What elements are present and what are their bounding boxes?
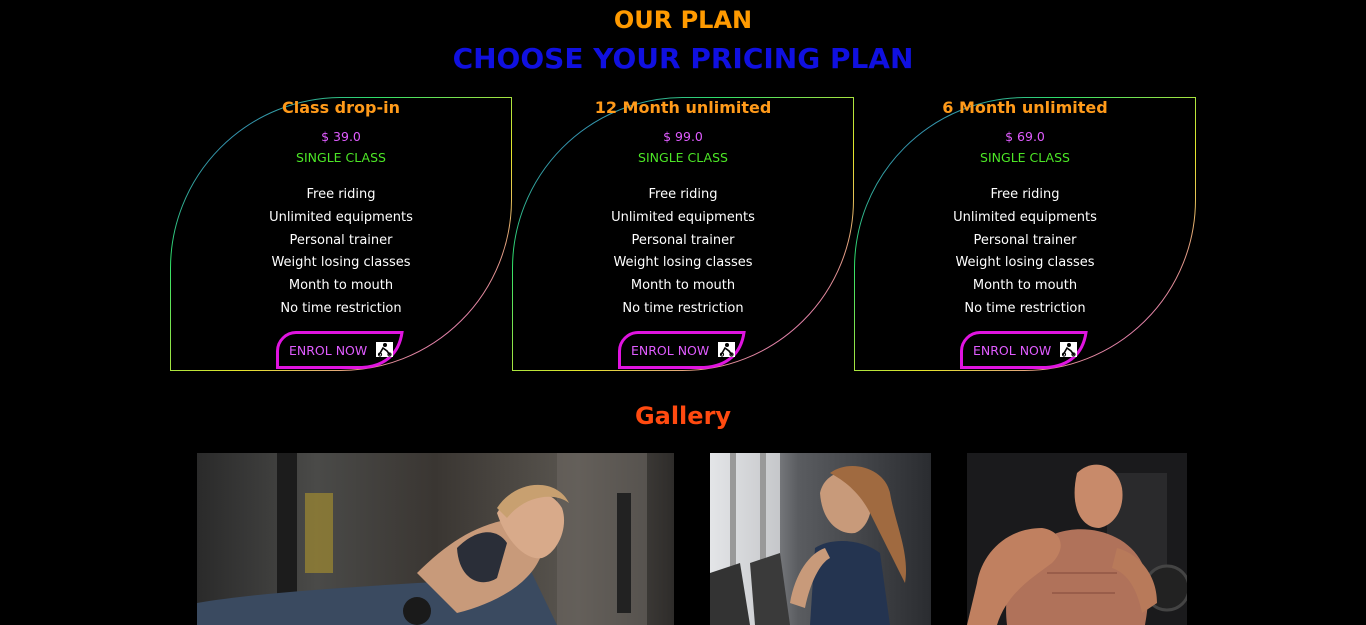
card-content: 6 Month unlimited $ 69.0 SINGLE CLASS Fr… [854,97,1196,371]
plan-name: 12 Month unlimited [594,98,772,117]
card-content: Class drop-in $ 39.0 SINGLE CLASS Free r… [170,97,512,371]
pushup-photo [197,453,674,625]
gallery-image-treadmill[interactable] [710,453,931,625]
feature-list: Free riding Unlimited equipments Persona… [854,184,1196,321]
card-content: 12 Month unlimited $ 99.0 SINGLE CLASS F… [512,97,854,371]
feature-item: Unlimited equipments [611,209,755,225]
feature-item: Unlimited equipments [953,209,1097,225]
rider-icon [718,342,735,357]
feature-item: Free riding [648,187,718,202]
pricing-page: OUR PLAN CHOOSE YOUR PRICING PLAN Class … [0,0,1366,625]
feature-list: Free riding Unlimited equipments Persona… [170,184,512,321]
feature-item: Free riding [990,187,1060,202]
plan-type: SINGLE CLASS [980,150,1070,165]
feature-list: Free riding Unlimited equipments Persona… [512,184,854,321]
enrol-label: ENROL NOW [289,343,368,358]
enrol-now-button[interactable]: ENROL NOW [960,331,1088,369]
rider-icon [376,342,393,357]
section-eyebrow: OUR PLAN [613,6,753,34]
section-headline: CHOOSE YOUR PRICING PLAN [452,42,914,75]
feature-item: Month to mouth [288,278,394,294]
gallery-image-bodybuilder[interactable] [967,453,1187,625]
rider-icon [1060,342,1077,357]
enrol-now-button[interactable]: ENROL NOW [618,331,746,369]
enrol-label: ENROL NOW [631,343,710,358]
feature-item: Weight losing classes [613,255,753,271]
plan-price: $ 39.0 [321,129,361,144]
plan-type: SINGLE CLASS [296,150,386,165]
gallery-title: Gallery [634,402,732,430]
feature-item: Unlimited equipments [269,209,413,225]
plan-type: SINGLE CLASS [638,150,728,165]
plan-name: Class drop-in [282,98,400,117]
feature-item: Month to mouth [630,278,736,294]
feature-item: Free riding [306,187,376,202]
bodybuilder-photo [967,453,1187,625]
feature-item: Weight losing classes [271,255,411,271]
plan-price: $ 99.0 [663,129,703,144]
enrol-now-button[interactable]: ENROL NOW [276,331,404,369]
gallery-image-pushups[interactable] [197,453,674,625]
plan-name: 6 Month unlimited [942,98,1108,117]
feature-item: Weight losing classes [955,255,1095,271]
feature-item: Personal trainer [973,232,1077,248]
feature-item: No time restriction [280,300,402,316]
feature-item: No time restriction [964,300,1086,316]
pricing-card: Class drop-in $ 39.0 SINGLE CLASS Free r… [170,97,512,372]
feature-item: Personal trainer [289,232,393,248]
treadmill-photo [710,453,931,625]
pricing-card: 12 Month unlimited $ 99.0 SINGLE CLASS F… [512,97,854,372]
feature-item: No time restriction [622,300,744,316]
feature-item: Personal trainer [631,232,735,248]
enrol-label: ENROL NOW [973,343,1052,358]
pricing-card: 6 Month unlimited $ 69.0 SINGLE CLASS Fr… [854,97,1196,372]
plan-price: $ 69.0 [1005,129,1045,144]
feature-item: Month to mouth [972,278,1078,294]
